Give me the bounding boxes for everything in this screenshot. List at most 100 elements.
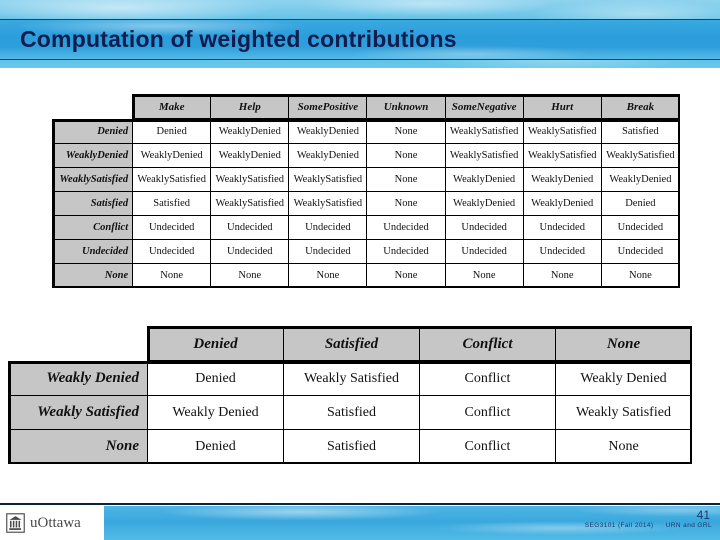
table1-body: Denied Denied WeaklyDenied WeaklyDenied None… (51, 119, 681, 288)
table1-cell: WeaklySatisfied (522, 143, 602, 168)
table1-cell: None (600, 263, 681, 288)
table1-cell: WeaklyDenied (132, 143, 212, 168)
table2-cell: Satisfied (283, 395, 420, 430)
table1-cell: Satisfied (132, 191, 212, 216)
table1-row-header: Conflict (51, 215, 134, 240)
footer-topic: URN and GRL (665, 522, 712, 529)
table1-cell: WeaklyDenied (444, 191, 524, 216)
table1-row-header: WeaklySatisfied (51, 167, 134, 192)
table1-cell: Undecided (522, 215, 602, 240)
table1-column-header: Make (132, 94, 212, 120)
table-row: None Denied Satisfied Conflict None (8, 429, 692, 464)
table1-cell: WeaklySatisfied (210, 191, 290, 216)
table1-cell: WeaklySatisfied (444, 143, 524, 168)
table-row: WeaklySatisfied WeaklySatisfied WeaklySati… (51, 167, 681, 192)
table1-corner-cell (53, 95, 133, 120)
table1-cell: Satisfied (600, 119, 681, 144)
table-row: Conflict Undecided Undecided Undecided Undec… (51, 215, 681, 240)
table-row: None None None None None None None None (51, 263, 681, 288)
table1-cell: None (366, 143, 446, 168)
table1-cell: WeaklySatisfied (210, 167, 290, 192)
table1-cell: None (522, 263, 602, 288)
table2-cell: Denied (147, 429, 284, 464)
table1-cell: Undecided (132, 215, 212, 240)
table1-column-header: Break (600, 94, 681, 120)
table1-cell: Denied (600, 191, 681, 216)
table1-cell: None (210, 263, 290, 288)
table1-cell: WeaklyDenied (600, 167, 681, 192)
table1-cell: Undecided (600, 215, 681, 240)
table1-column-header: SomePositive (288, 94, 368, 120)
uottawa-logo: uOttawa (0, 506, 104, 540)
table-row: Denied Denied WeaklyDenied WeaklyDenied None… (51, 119, 681, 144)
table1-cell: WeaklyDenied (210, 143, 290, 168)
table1-cell: WeaklySatisfied (444, 119, 524, 144)
table2-body: Weakly Denied Denied Weakly Satisfied Confl… (8, 361, 692, 464)
table1-cell: WeaklyDenied (288, 119, 368, 144)
table1-cell: Undecided (444, 215, 524, 240)
table1-row-header: None (51, 263, 134, 288)
table2-row-header: Weakly Satisfied (8, 395, 148, 430)
table-row: Weakly Denied Denied Weakly Satisfied Confl… (8, 361, 692, 396)
table2-cell: Conflict (419, 395, 556, 430)
table1-cell: None (366, 119, 446, 144)
table2-cell: None (555, 429, 692, 464)
table1-column-header: SomeNegative (444, 94, 524, 120)
table1-cell: WeaklySatisfied (132, 167, 212, 192)
footer-divider (0, 503, 720, 505)
table1-cell: WeaklyDenied (444, 167, 524, 192)
table2-corner-cell (9, 327, 148, 362)
table2-cell: Weakly Denied (147, 395, 284, 430)
table-row: Weakly Satisfied Weakly Denied Satisfied Co… (8, 395, 692, 430)
table-row: Satisfied Satisfied WeaklySatisfied WeaklyS… (51, 191, 681, 216)
table1-column-header: Help (210, 94, 290, 120)
table1-cell: None (132, 263, 212, 288)
table1-cell: Undecided (132, 239, 212, 264)
table1-cell: Undecided (444, 239, 524, 264)
contribution-propagation-table: Make Help SomePositive Unknown SomeNegative H… (51, 94, 681, 288)
uottawa-logo-text: uOttawa (30, 514, 81, 531)
table2-cell: Conflict (419, 429, 556, 464)
table2-cell: Conflict (419, 361, 556, 396)
table2-cell: Satisfied (283, 429, 420, 464)
table1-row-header: Undecided (51, 239, 134, 264)
table2-column-header: None (555, 326, 692, 362)
table1-cell: Undecided (210, 215, 290, 240)
table2-cell: Denied (147, 361, 284, 396)
table-row: Undecided Undecided Undecided Undecided Unde… (51, 239, 681, 264)
table2-cell: Weakly Denied (555, 361, 692, 396)
table1-row-header: Denied (51, 119, 134, 144)
table1-cell: WeaklyDenied (522, 167, 602, 192)
table1-cell: None (444, 263, 524, 288)
slide: Computation of weighted contributions Ma… (0, 0, 720, 540)
contribution-combination-table: Denied Satisfied Conflict None Weakly Denie… (8, 326, 692, 464)
table1-cell: WeaklySatisfied (600, 143, 681, 168)
table1-row-header: WeaklyDenied (51, 143, 134, 168)
table2-row-header: None (8, 429, 148, 464)
table1-cell: Undecided (210, 239, 290, 264)
table1-cell: WeaklySatisfied (522, 119, 602, 144)
table2-head: Denied Satisfied Conflict None (9, 326, 692, 362)
page-title: Computation of weighted contributions (20, 26, 457, 52)
table1-cell: Undecided (600, 239, 681, 264)
table1-cell: WeaklySatisfied (288, 167, 368, 192)
table2-column-header: Conflict (419, 326, 556, 362)
table2-row-header: Weakly Denied (8, 361, 148, 396)
table-row: WeaklyDenied WeaklyDenied WeaklyDenied Weak… (51, 143, 681, 168)
slide-number: 41 (696, 508, 710, 522)
table1-head: Make Help SomePositive Unknown SomeNegative H… (53, 94, 681, 120)
table2-column-header: Denied (147, 326, 284, 362)
table1-cell: Undecided (366, 215, 446, 240)
table2-cell: Weakly Satisfied (283, 361, 420, 396)
table1-cell: None (288, 263, 368, 288)
table1-cell: Undecided (366, 239, 446, 264)
university-building-icon (6, 513, 25, 533)
table2-header-row: Denied Satisfied Conflict None (9, 326, 692, 362)
table2-column-header: Satisfied (283, 326, 420, 362)
table1-column-header: Unknown (366, 94, 446, 120)
table1-cell: WeaklyDenied (522, 191, 602, 216)
table2-cell: Weakly Satisfied (555, 395, 692, 430)
table1-cell: Undecided (288, 215, 368, 240)
banner-white-gap (0, 68, 720, 80)
table1-cell: None (366, 167, 446, 192)
